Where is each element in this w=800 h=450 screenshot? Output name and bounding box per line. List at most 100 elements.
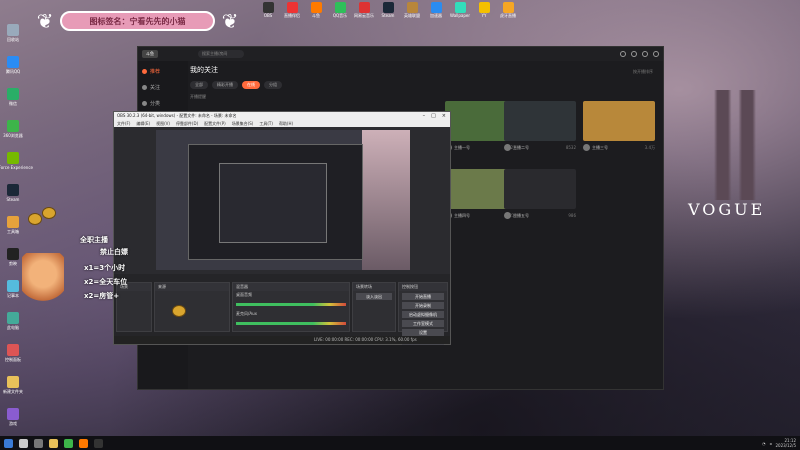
stream-card[interactable]: 主播三号 3.4万 xyxy=(583,101,655,159)
sticker-line-1: 全职主播 xyxy=(80,236,108,244)
desktop-icon[interactable]: 斗鱼 xyxy=(306,2,326,19)
windows-start-icon[interactable] xyxy=(4,438,13,448)
control-button[interactable]: 启动虚拟摄像机 xyxy=(402,311,444,318)
minimize-button[interactable]: – xyxy=(423,113,426,119)
control-button[interactable]: 开始录制 xyxy=(402,302,444,309)
menu-item[interactable]: 帮助(H) xyxy=(279,121,293,127)
nav-icon xyxy=(142,100,147,106)
app-icon xyxy=(382,2,394,13)
menu-item[interactable]: 工具(T) xyxy=(259,121,273,127)
desktop-icon[interactable]: YY xyxy=(474,2,494,19)
desktop-icon[interactable]: QQ音乐 xyxy=(330,2,350,19)
nav-icon xyxy=(142,84,147,90)
desktop-icon-label: 斗鱼 xyxy=(312,13,320,18)
stream-thumbnail[interactable] xyxy=(504,101,576,141)
app-icon xyxy=(7,184,19,196)
desktop-icon[interactable]: 控制面板 xyxy=(2,344,24,372)
desktop-icon[interactable]: 游戏 xyxy=(2,408,24,436)
clock[interactable]: 21:12 2023/12/5 xyxy=(775,438,796,448)
app-icon xyxy=(406,2,418,13)
desktop-icon[interactable]: Wallpaper xyxy=(450,2,470,19)
control-button[interactable]: 开始直播 xyxy=(402,293,444,300)
wifi-icon[interactable]: ◔ xyxy=(762,441,766,446)
desktop-icon[interactable]: GeForce Experience xyxy=(0,152,33,180)
menu-item[interactable]: 文件(F) xyxy=(117,121,130,127)
desktop-icon[interactable]: 工具箱 xyxy=(2,216,24,244)
desktop-icon[interactable]: Steam xyxy=(2,184,24,212)
control-button[interactable]: 设置 xyxy=(402,329,444,336)
app-icon xyxy=(7,344,19,356)
desktop-icon[interactable]: 虎牙直播 xyxy=(498,2,518,19)
minimize-button[interactable] xyxy=(642,51,648,57)
desktop-icon[interactable]: 360浏览器 xyxy=(2,120,24,148)
filter-chip[interactable]: 精彩开播 xyxy=(212,81,238,89)
history-icon[interactable] xyxy=(631,51,637,57)
obs-menubar: 文件(F) 编辑(E) 视图(V) 停靠部件(D) 配置文件(P) 场景集合(S) 工具(T… xyxy=(114,120,450,127)
task-view-icon[interactable] xyxy=(34,438,43,448)
sidebar-item-label: 推荐 xyxy=(150,68,161,75)
desktop-icon[interactable]: 直播伴侣 xyxy=(282,2,302,19)
volume-meter[interactable] xyxy=(236,303,346,306)
menu-item[interactable]: 停靠部件(D) xyxy=(176,121,198,127)
desktop-icon[interactable]: 剪映 xyxy=(2,248,24,276)
search-icon[interactable] xyxy=(19,438,28,448)
desktop-icon[interactable]: Steam xyxy=(378,2,398,19)
browser-icon[interactable] xyxy=(64,438,73,448)
sidebar-item[interactable]: 推荐 xyxy=(142,65,184,77)
signature-banner: ❦ 图标签名：宁看先先的小猫 ❦ xyxy=(30,8,245,34)
close-button[interactable] xyxy=(653,51,659,57)
close-button[interactable]: × xyxy=(442,113,446,119)
sticker-line-4: x2=全天车位 xyxy=(84,278,128,286)
obs-preview[interactable] xyxy=(156,130,410,270)
menu-item[interactable]: 视图(V) xyxy=(156,121,170,127)
stream-thumbnail[interactable] xyxy=(583,101,655,141)
message-icon[interactable] xyxy=(620,51,626,57)
desktop-icon[interactable]: OBS xyxy=(258,2,278,19)
desktop-icon[interactable]: 此电脑 xyxy=(2,312,24,340)
volume-meter[interactable] xyxy=(236,322,346,325)
filter-chip[interactable]: 在线 xyxy=(242,81,260,89)
obs-app-icon[interactable] xyxy=(94,438,103,448)
sort-toggle[interactable]: 按开播排序 xyxy=(633,69,653,75)
sidebar-item[interactable]: 分类 xyxy=(142,97,184,109)
douyu-app-icon[interactable] xyxy=(79,438,88,448)
folder-icon[interactable] xyxy=(49,438,58,448)
mixer-track-2: 麦克风/Aux xyxy=(236,311,257,316)
desktop-icon[interactable]: 腾讯QQ xyxy=(2,56,24,84)
sticker-line-2: 禁止白嫖 xyxy=(100,248,128,256)
maximize-button[interactable]: □ xyxy=(431,113,436,119)
control-button[interactable]: 工作室模式 xyxy=(402,320,444,327)
obs-statusbar: LIVE: 00:00:00 REC: 00:00:00 CPU: 3.1%, … xyxy=(114,336,450,344)
banner-text: 图标签名：宁看先先的小猫 xyxy=(60,11,215,31)
desktop-icon[interactable]: 记事本 xyxy=(2,280,24,308)
menu-item[interactable]: 配置文件(P) xyxy=(204,121,226,127)
desktop-icon[interactable]: 回收站 xyxy=(2,24,24,52)
transition-select[interactable]: 淡入淡出 xyxy=(356,293,392,300)
vogue-logo: VOGUE xyxy=(688,200,766,219)
filter-chip[interactable]: 分组 xyxy=(264,81,282,89)
bell-icon xyxy=(172,305,186,317)
volume-icon[interactable]: ◂ xyxy=(769,441,771,446)
sidebar-item[interactable]: 关注 xyxy=(142,81,184,93)
mixer-track-1: 桌面音频 xyxy=(236,292,252,297)
desktop-icon[interactable]: 网易云音乐 xyxy=(354,2,374,19)
desktop-icon[interactable]: 英雄联盟 xyxy=(402,2,422,19)
stream-card[interactable]: 主播五号 986 xyxy=(504,169,576,227)
search-input[interactable]: 搜索主播/房间 xyxy=(198,50,244,58)
app-icon xyxy=(7,24,19,36)
desktop-icon-label: 360浏览器 xyxy=(3,133,23,138)
desktop-icon-label: 虎牙直播 xyxy=(500,13,516,18)
desktop-icon[interactable]: 加速器 xyxy=(426,2,446,19)
desktop-icon[interactable]: 新建文件夹 xyxy=(2,376,24,404)
app-icon xyxy=(7,216,19,228)
desktop-icon[interactable]: 微信 xyxy=(2,88,24,116)
obs-title: OBS 30.2.3 (64-bit, windows) - 配置文件: 未命名… xyxy=(117,113,237,118)
bell-icon xyxy=(28,213,42,225)
app-logo[interactable]: 斗鱼 xyxy=(142,50,158,58)
stream-thumbnail[interactable] xyxy=(504,169,576,209)
filter-chip[interactable]: 全部 xyxy=(190,81,208,89)
stream-card[interactable]: 主播二号 8532 xyxy=(504,101,576,159)
menu-item[interactable]: 场景集合(S) xyxy=(232,121,254,127)
viewer-count: 3.4万 xyxy=(644,144,655,150)
menu-item[interactable]: 编辑(E) xyxy=(136,121,150,127)
